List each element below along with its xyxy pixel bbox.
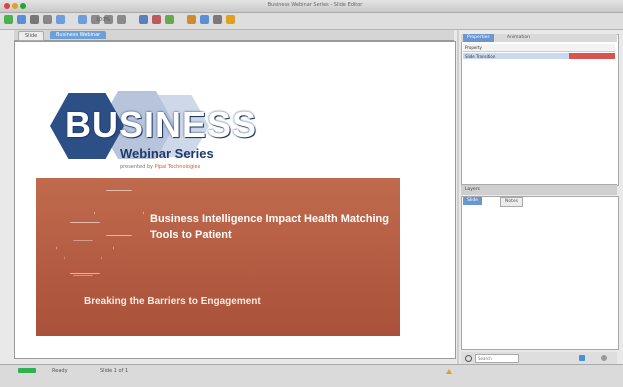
property-value-swatch[interactable] (569, 53, 615, 59)
property-header-label: Property (465, 45, 482, 50)
tab-slide-layer[interactable]: Slide (463, 197, 482, 205)
banner-subtitle: Breaking the Barriers to Engagement (84, 296, 261, 307)
chart-icon[interactable] (187, 15, 196, 24)
status-left-text: Ready (52, 368, 68, 374)
document-tabstrip: Slide Business Webinar (14, 30, 454, 41)
logo-subtitle: Webinar Series (120, 146, 214, 161)
zoom-window-button[interactable] (20, 3, 26, 9)
zoom-level[interactable]: 100% (96, 17, 110, 23)
layers-panel (461, 196, 619, 350)
status-warning-icon (446, 369, 452, 374)
presented-by-company: Pipal Technologies (154, 164, 201, 170)
main-toolbar: 100% (0, 13, 623, 30)
property-header: Property (463, 44, 615, 52)
help-icon[interactable] (226, 15, 235, 24)
tab-properties[interactable]: Properties (463, 34, 494, 42)
panel-gear-icon[interactable] (601, 355, 607, 361)
presented-by-prefix: presented by (120, 164, 153, 170)
text-icon[interactable] (139, 15, 148, 24)
slide-banner (36, 178, 400, 336)
print-icon[interactable] (43, 15, 52, 24)
banner-title: Business Intelligence Impact Health Matc… (150, 213, 389, 241)
undo-icon[interactable] (56, 15, 65, 24)
search-icon[interactable] (465, 355, 472, 362)
window-title: Business Webinar Series - Slide Editor (267, 2, 363, 8)
save-icon[interactable] (30, 15, 39, 24)
open-icon[interactable] (17, 15, 26, 24)
tab-business-webinar[interactable]: Business Webinar (50, 31, 107, 39)
tab-slide[interactable]: Slide (18, 31, 45, 41)
new-icon[interactable] (4, 15, 13, 24)
panel-action-icon[interactable] (579, 355, 585, 361)
presented-by-line: presented by Pipal Technologies (120, 164, 200, 170)
shape-icon[interactable] (152, 15, 161, 24)
window-titlebar: Business Webinar Series - Slide Editor (0, 0, 623, 13)
logo-word: BUSINESS (65, 104, 258, 145)
redo-icon[interactable] (78, 15, 87, 24)
panel-search-field[interactable]: Search (475, 354, 519, 363)
status-bar: Ready Slide 1 of 1 (0, 364, 623, 387)
panel-splitter[interactable] (457, 30, 459, 364)
close-window-button[interactable] (4, 3, 10, 9)
properties-tabs: Properties Animation (461, 34, 617, 42)
property-row-label: Slide Transition (465, 53, 496, 59)
status-green-icon (18, 368, 36, 373)
panel-footer: Search (461, 352, 617, 364)
tab-notes[interactable]: Notes (500, 197, 523, 207)
layers-section-header: Layers (461, 184, 617, 195)
image-icon[interactable] (165, 15, 174, 24)
status-middle-text: Slide 1 of 1 (100, 368, 129, 374)
layers-section-label: Layers (465, 187, 480, 192)
tab-animation[interactable]: Animation (503, 34, 534, 42)
minimize-window-button[interactable] (12, 3, 18, 9)
link-icon[interactable] (200, 15, 209, 24)
zoom-icon[interactable] (213, 15, 222, 24)
paste-icon[interactable] (117, 15, 126, 24)
